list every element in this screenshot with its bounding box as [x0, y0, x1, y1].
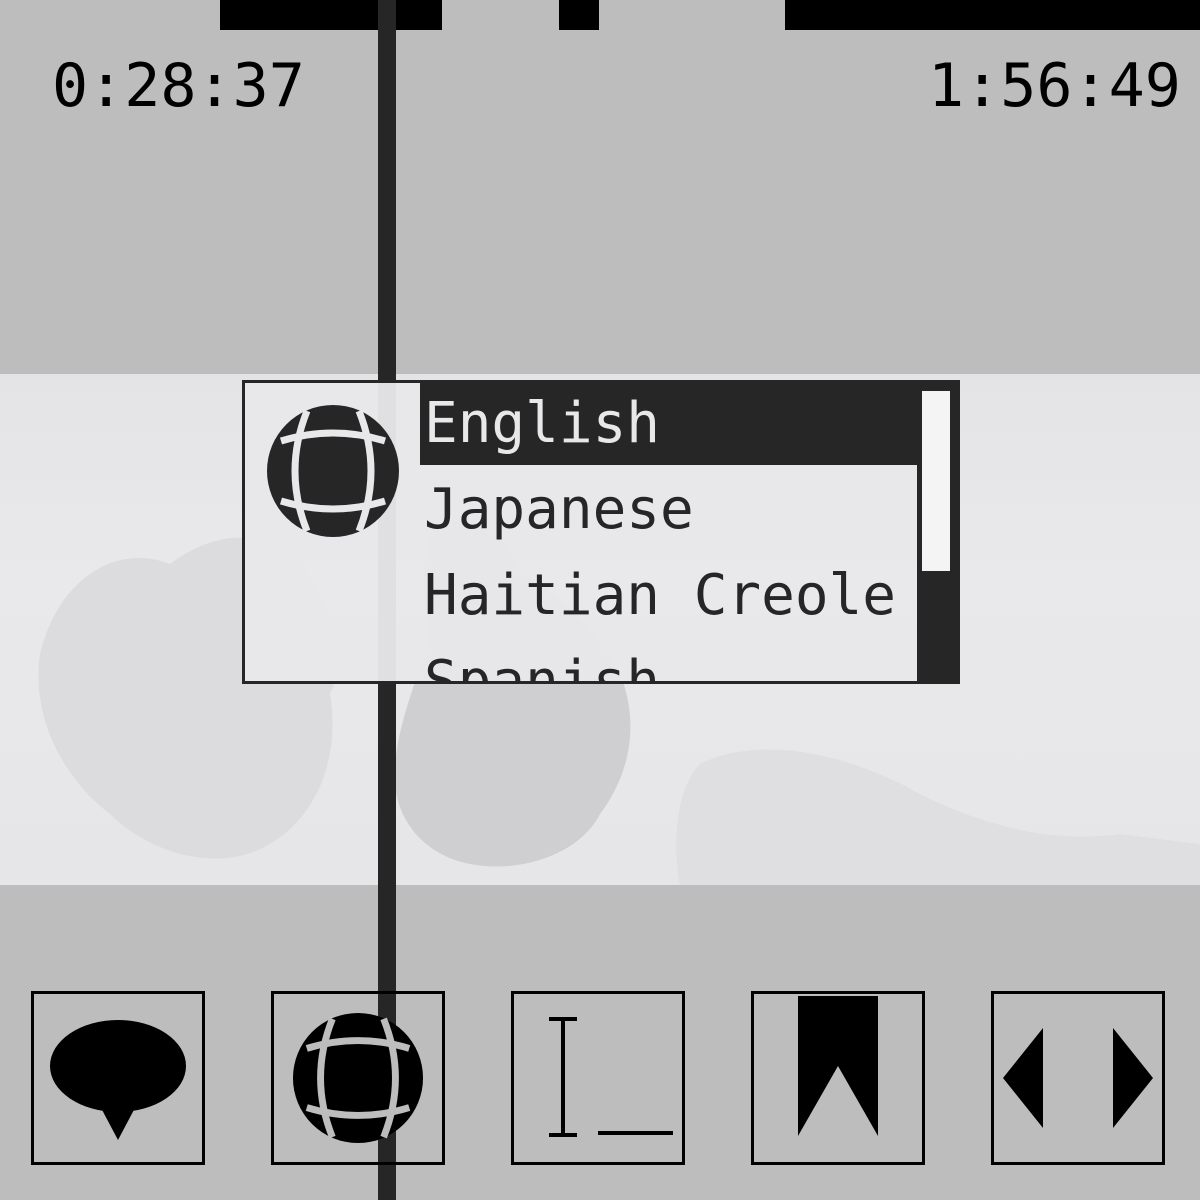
language-scrollbar[interactable] — [917, 383, 957, 681]
bookmark-icon — [798, 996, 878, 1136]
scrollbar-thumb[interactable] — [922, 391, 950, 571]
elapsed-time: 0:28:37 — [52, 51, 305, 121]
left-right-arrows-icon — [1003, 1028, 1153, 1128]
chapter-marker[interactable] — [785, 0, 1200, 30]
globe-icon — [267, 405, 399, 537]
globe-icon — [292, 1012, 424, 1144]
seek-button[interactable] — [991, 991, 1165, 1165]
language-button[interactable] — [271, 991, 445, 1165]
subtitles-button[interactable] — [31, 991, 205, 1165]
language-option-haitian-creole[interactable]: Haitian Creole — [420, 555, 917, 637]
text-cursor-icon — [549, 1017, 673, 1137]
bookmark-button[interactable] — [751, 991, 925, 1165]
total-time: 1:56:49 — [928, 51, 1181, 121]
language-option-japanese[interactable]: Japanese — [420, 469, 917, 551]
language-list[interactable]: English Japanese Haitian Creole Spanish — [420, 383, 917, 681]
chapter-marker[interactable] — [559, 0, 599, 30]
language-option-english[interactable]: English — [420, 383, 917, 465]
text-input-button[interactable] — [511, 991, 685, 1165]
speech-bubble-icon — [50, 1020, 186, 1140]
language-option-spanish[interactable]: Spanish — [420, 641, 917, 681]
language-menu: English Japanese Haitian Creole Spanish — [242, 380, 960, 684]
chapter-marker[interactable] — [220, 0, 442, 30]
